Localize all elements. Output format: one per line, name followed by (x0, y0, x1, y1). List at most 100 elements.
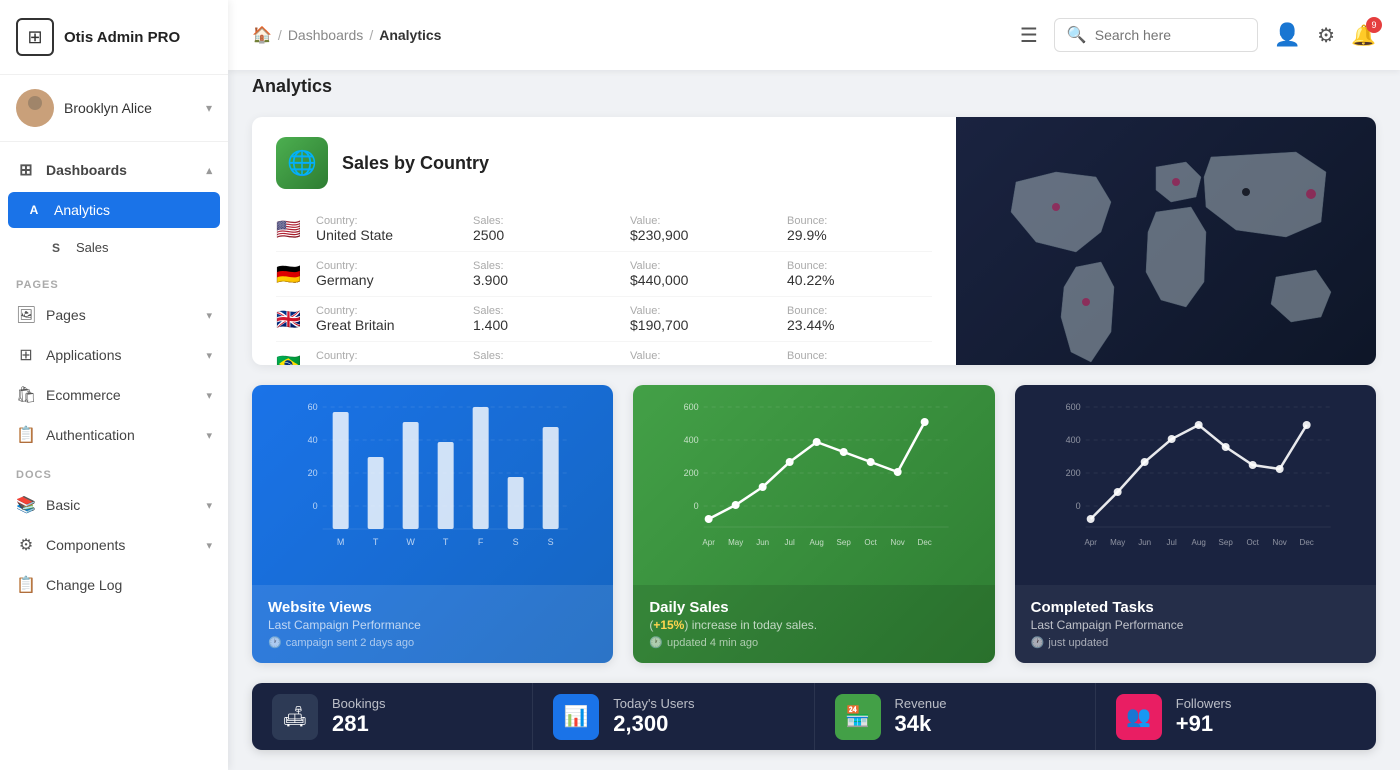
page-title: Analytics (252, 76, 332, 96)
followers-value: +91 (1176, 711, 1356, 737)
stats-row: 🛋 Bookings 281 📊 Today's Users 2,300 🏪 R… (252, 683, 1376, 750)
sidebar-item-sales[interactable]: S Sales (0, 230, 228, 265)
country-sales-col: Sales: 2500 (473, 215, 618, 243)
line-chart-svg-dark: 600 400 200 0 (1031, 397, 1360, 557)
map-svg (956, 117, 1376, 365)
followers-info: Followers +91 (1176, 696, 1356, 737)
menu-icon[interactable]: ☰ (1020, 23, 1038, 48)
svg-text:200: 200 (684, 468, 699, 478)
user-icon[interactable]: 👤 (1274, 22, 1301, 48)
svg-text:S: S (513, 537, 519, 547)
svg-text:Jul: Jul (1166, 538, 1176, 547)
svg-text:0: 0 (313, 501, 318, 511)
completed-tasks-meta: 🕐 just updated (1031, 636, 1360, 649)
svg-text:Nov: Nov (1272, 538, 1286, 547)
svg-text:0: 0 (694, 501, 699, 511)
sidebar-item-authentication[interactable]: 📋 Authentication ▾ (0, 415, 228, 455)
breadcrumb-separator: / (278, 27, 282, 43)
completed-tasks-info: Completed Tasks Last Campaign Performanc… (1015, 585, 1376, 663)
search-input[interactable] (1095, 27, 1245, 43)
country-row: 🇬🇧 Country: Great Britain Sales: 1.400 V… (276, 297, 932, 342)
sidebar-item-ecommerce[interactable]: 🛍 Ecommerce ▾ (0, 375, 228, 415)
completed-tasks-title: Completed Tasks (1031, 599, 1360, 616)
sidebar-item-dashboards[interactable]: ⊞ Dashboards ▴ (0, 150, 228, 190)
svg-text:200: 200 (1065, 468, 1080, 478)
daily-sales-card: 600 400 200 0 (633, 385, 994, 663)
auth-icon: 📋 (16, 425, 36, 445)
world-map (956, 117, 1376, 365)
logo-text: Otis Admin PRO (64, 29, 180, 46)
country-sales-col: Sales: 3.900 (473, 260, 618, 288)
dashboard-icon: ⊞ (16, 160, 36, 180)
completed-tasks-subtitle: Last Campaign Performance (1031, 618, 1360, 632)
sidebar-item-components[interactable]: ⚙ Components ▾ (0, 525, 228, 565)
country-name-col: Country: Germany (316, 260, 461, 288)
bar-chart-svg: 60 40 20 0 M T (268, 397, 597, 557)
sidebar-item-pages[interactable]: 🖼 Pages ▾ (0, 295, 228, 335)
svg-text:40: 40 (308, 435, 318, 445)
search-box[interactable]: 🔍 (1054, 18, 1258, 52)
country-bounce-col: Bounce: 23.44% (787, 305, 932, 333)
svg-text:T: T (443, 537, 449, 547)
sales-card-title: Sales by Country (342, 153, 489, 174)
svg-text:Sep: Sep (837, 538, 852, 547)
svg-text:Oct: Oct (865, 538, 878, 547)
revenue-icon: 🏪 (835, 694, 881, 740)
chevron-down-icon: ▾ (206, 539, 212, 552)
stat-users: 📊 Today's Users 2,300 (533, 683, 814, 750)
settings-icon[interactable]: ⚙ (1317, 23, 1335, 48)
country-flag: 🇧🇷 (276, 352, 304, 366)
users-label: Today's Users (613, 696, 793, 711)
notification-icon[interactable]: 🔔 9 (1351, 23, 1376, 48)
changelog-icon: 📋 (16, 575, 36, 595)
daily-sales-subtitle: (+15%) increase in today sales. (649, 618, 978, 632)
chevron-up-icon: ▴ (206, 164, 212, 177)
pages-icon: 🖼 (16, 305, 36, 325)
country-name-col: Country: United State (316, 215, 461, 243)
country-flag: 🇬🇧 (276, 307, 304, 332)
country-flag: 🇩🇪 (276, 262, 304, 287)
svg-text:S: S (548, 537, 554, 547)
daily-sales-title: Daily Sales (649, 599, 978, 616)
sidebar-item-applications[interactable]: ⊞ Applications ▾ (0, 335, 228, 375)
main-content: 🏠 / Dashboards / Analytics ☰ 🔍 👤 ⚙ 🔔 9 A… (228, 0, 1400, 770)
country-bounce-col: Bounce: 32.14% (787, 350, 932, 365)
chevron-down-icon: ▾ (206, 309, 212, 322)
svg-text:Apr: Apr (703, 538, 716, 547)
sidebar-item-changelog[interactable]: 📋 Change Log (0, 565, 228, 605)
daily-sales-chart: 600 400 200 0 (633, 385, 994, 585)
followers-label: Followers (1176, 696, 1356, 711)
daily-sales-info: Daily Sales (+15%) increase in today sal… (633, 585, 994, 663)
completed-tasks-card: 600 400 200 0 (1015, 385, 1376, 663)
sales-card-header: 🌐 Sales by Country (276, 137, 932, 189)
website-views-title: Website Views (268, 599, 597, 616)
country-value-col: Value: $440,000 (630, 260, 775, 288)
sales-table-left: 🌐 Sales by Country 🇺🇸 Country: United St… (252, 117, 956, 365)
components-icon: ⚙ (16, 535, 36, 555)
sidebar-item-analytics[interactable]: A Analytics (8, 192, 220, 228)
notification-badge: 9 (1366, 17, 1382, 33)
logo-icon: ⊞ (16, 18, 54, 56)
sales-by-country-card: 🌐 Sales by Country 🇺🇸 Country: United St… (252, 117, 1376, 365)
svg-text:Apr: Apr (1084, 538, 1097, 547)
sales-card-inner: 🌐 Sales by Country 🇺🇸 Country: United St… (252, 117, 1376, 365)
svg-text:400: 400 (1065, 435, 1080, 445)
svg-text:May: May (728, 538, 743, 547)
home-icon: 🏠 (252, 25, 272, 45)
users-info: Today's Users 2,300 (613, 696, 793, 737)
clock-icon: 🕐 (1031, 636, 1045, 649)
country-value-col: Value: $230,900 (630, 215, 775, 243)
website-views-card: 60 40 20 0 M T (252, 385, 613, 663)
revenue-value: 34k (895, 711, 1075, 737)
sidebar-user[interactable]: Brooklyn Alice ▾ (0, 75, 228, 142)
country-name-col: Country: Brasil (316, 350, 461, 365)
pages-section-label: PAGES (0, 265, 228, 295)
svg-text:W: W (406, 537, 415, 547)
svg-text:Aug: Aug (1191, 538, 1205, 547)
svg-text:Nov: Nov (891, 538, 905, 547)
sidebar-item-basic[interactable]: 📚 Basic ▾ (0, 485, 228, 525)
breadcrumb-analytics: Analytics (379, 27, 441, 43)
search-icon: 🔍 (1067, 25, 1087, 45)
ecommerce-icon: 🛍 (16, 385, 36, 405)
breadcrumb-dashboards: Dashboards (288, 27, 364, 43)
